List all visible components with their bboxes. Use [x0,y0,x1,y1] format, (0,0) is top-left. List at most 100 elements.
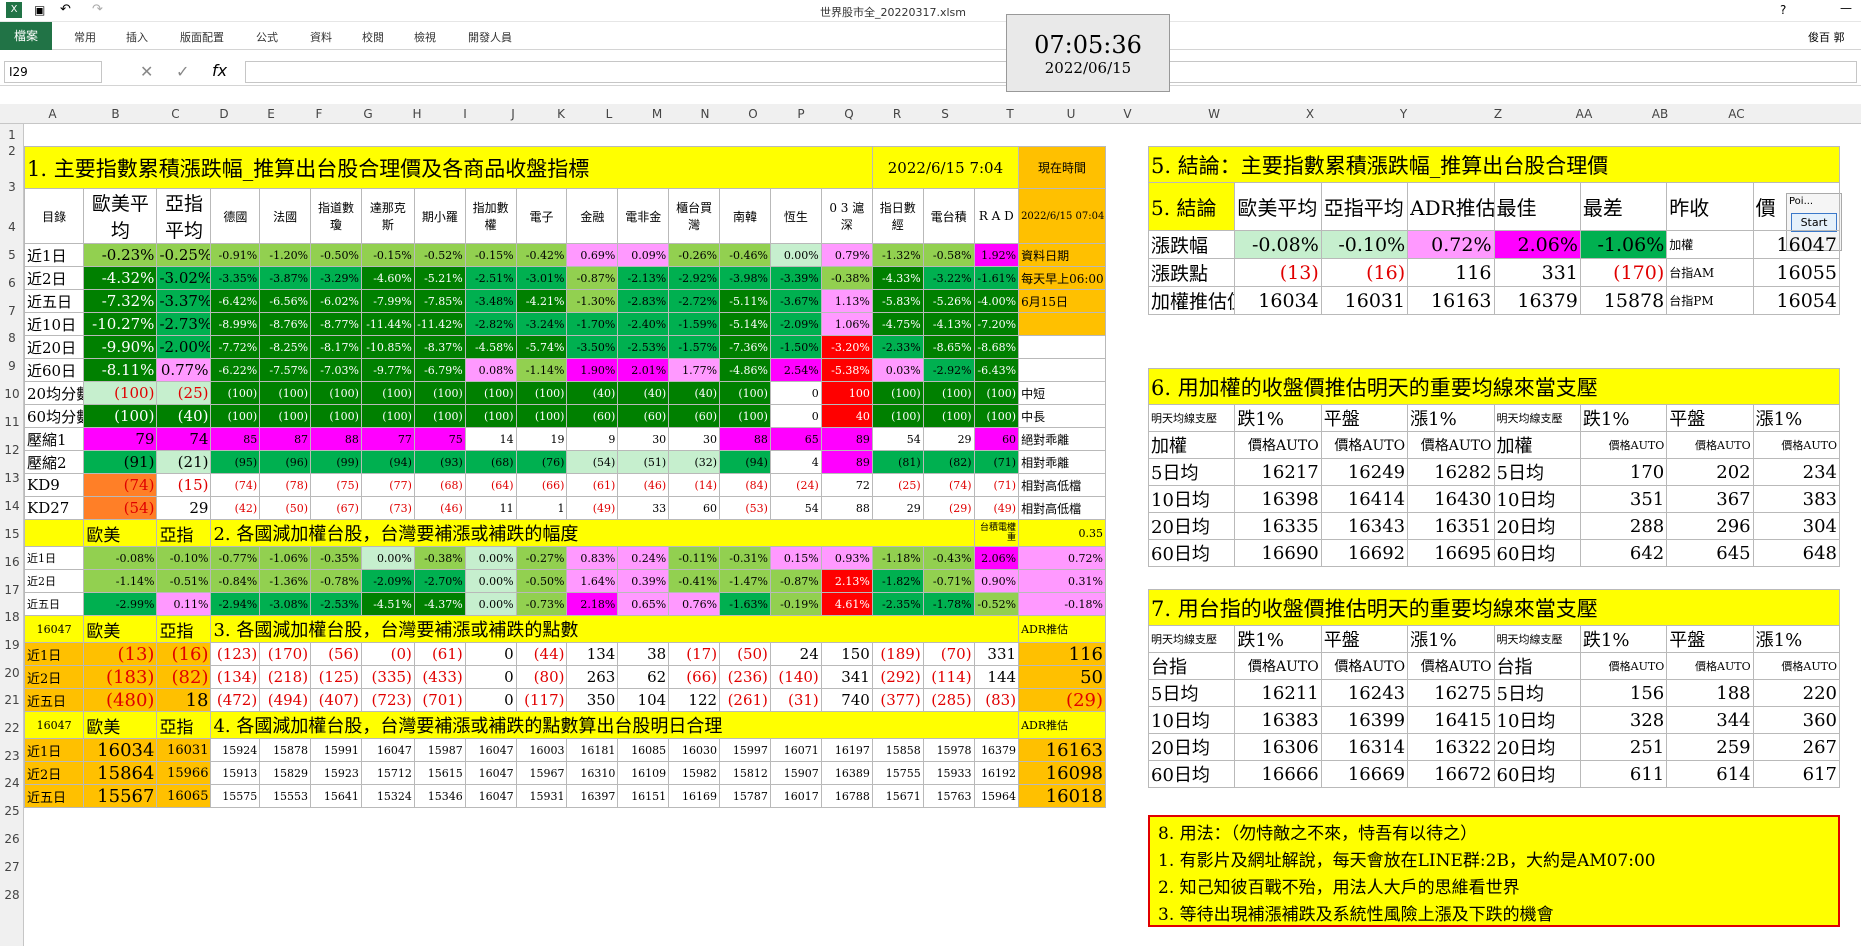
cell: 達那克斯 [360,188,415,244]
cell: 16109 [617,761,670,785]
cell: 德國 [210,188,261,244]
cell: 現在時間 [1018,146,1106,189]
col-header-L: L [605,107,613,121]
cell: 170 [1579,458,1668,486]
minimize-icon[interactable]: — [1840,1,1852,15]
row-header-28: 28 [4,888,20,902]
cell: 15913 [210,761,261,785]
cell: 近1日 [23,738,85,762]
cell: -0.35% [310,546,362,570]
cancel-icon[interactable]: ✕ [140,62,153,81]
cell: KD9 [23,473,85,497]
file-tab[interactable]: 檔案 [0,22,52,50]
cell: -2.53% [310,592,362,616]
cell: 平盤 [1666,625,1754,653]
tab-developer[interactable]: 開發人員 [468,29,512,45]
cell: (100) [973,404,1020,428]
cell: 304 [1752,512,1841,540]
cell: -6.42% [210,289,261,313]
col-header-B: B [111,107,120,121]
cell: -6.79% [413,358,466,382]
cell: 0.72% [1407,230,1495,259]
cell: 0 3 滬深 [820,188,873,244]
tab-home[interactable]: 常用 [74,29,96,45]
tab-review[interactable]: 校閱 [362,29,384,45]
name-box[interactable]: I29 [4,61,102,83]
help-icon[interactable]: ? [1780,3,1786,17]
cell: 10日均 [1493,706,1581,734]
cell: 15878 [1579,286,1668,315]
cell: 跌1% [1234,625,1322,653]
cell: 116 [1407,258,1495,287]
row-header-24: 24 [4,776,20,790]
cell: 150 [820,642,873,666]
tab-insert[interactable]: 插入 [126,29,148,45]
cell: (15) [156,473,212,497]
undo-icon[interactable]: ↶ [60,2,71,17]
col-header-K: K [557,107,565,121]
cell: -4.32% [83,266,158,290]
cell: -2.53% [617,335,670,359]
table-row: 近20日 -9.90% -2.00% -7.72% -8.25% -8.17% -10.85… [23,335,1106,359]
col-header-Z: Z [1493,107,1503,121]
tab-formulas[interactable]: 公式 [256,29,278,45]
cell: 近2日 [23,665,85,689]
cell: 16031 [1320,286,1409,315]
row-header-19: 19 [4,638,20,652]
cell: -0.52% [413,243,466,267]
col-header-AC: AC [1728,107,1745,121]
cell: ADR推估 [1018,615,1106,643]
cell: 0 [769,404,822,428]
save-icon[interactable]: ▣ [34,3,45,17]
cell: (68) [464,450,517,474]
cell: (53) [719,496,771,520]
cell: 昨收 [1666,182,1754,231]
redo-icon[interactable]: ↷ [92,2,103,17]
table-row: 漲跌點 (13) (16) 116 331 (170) 台指AM 16055 [1147,258,1841,287]
cell: 0.93% [820,546,873,570]
tab-data[interactable]: 資料 [310,29,332,45]
table-row: 60均分數(100)(40)(100)(100)(100)(100)(100)(… [23,404,1106,428]
cell: 344 [1666,706,1754,734]
cell: 15567 [83,784,158,808]
cell: -1.20% [259,243,312,267]
cell: 16690 [1234,539,1322,567]
cell: 72 [820,473,873,497]
cell [1018,312,1106,336]
cell: 202 [1666,458,1754,486]
cell: -4.00% [973,289,1020,313]
cell: 明天均線支壓 [1147,404,1236,432]
cell: -0.15% [464,243,517,267]
tab-page-layout[interactable]: 版面配置 [180,29,224,45]
cell: 367 [1666,485,1754,513]
cell: -3.20% [820,335,873,359]
row-header-25: 25 [4,804,20,818]
cell: 88 [820,496,873,520]
cell: (77) [360,473,415,497]
cell: 15755 [871,761,924,785]
enter-icon[interactable]: ✓ [176,62,189,81]
cell: 15812 [719,761,771,785]
tab-view[interactable]: 檢視 [414,29,436,45]
cell: 11 [464,496,517,520]
cell [23,519,85,547]
cell: 0.65% [617,592,670,616]
cell: 0.03% [871,358,924,382]
cell: 15553 [259,784,312,808]
cell: -3.87% [259,266,312,290]
cell: 16275 [1407,679,1495,707]
cell: (25) [871,473,924,497]
cell: 60日均 [1493,539,1581,567]
cell: 16085 [617,738,670,762]
cell: 5日均 [1147,679,1236,707]
cell: 16071 [769,738,822,762]
table-row: 60日均 16690 16692 16695 60日均 642 645 648 [1147,539,1841,567]
table-row: 16047 歐美 亞指 4. 各國減加權台股，台灣要補漲或補跌的點數算出台股明日合理 A… [23,711,1106,739]
cell: -0.08% [83,546,158,570]
function-icon[interactable]: fx [212,61,227,80]
cell: 341 [820,665,873,689]
cell: 壓縮1 [23,427,85,451]
cell: -2.51% [464,266,517,290]
cell: 2.13% [820,569,873,593]
cell: 指日數經 [871,188,924,244]
